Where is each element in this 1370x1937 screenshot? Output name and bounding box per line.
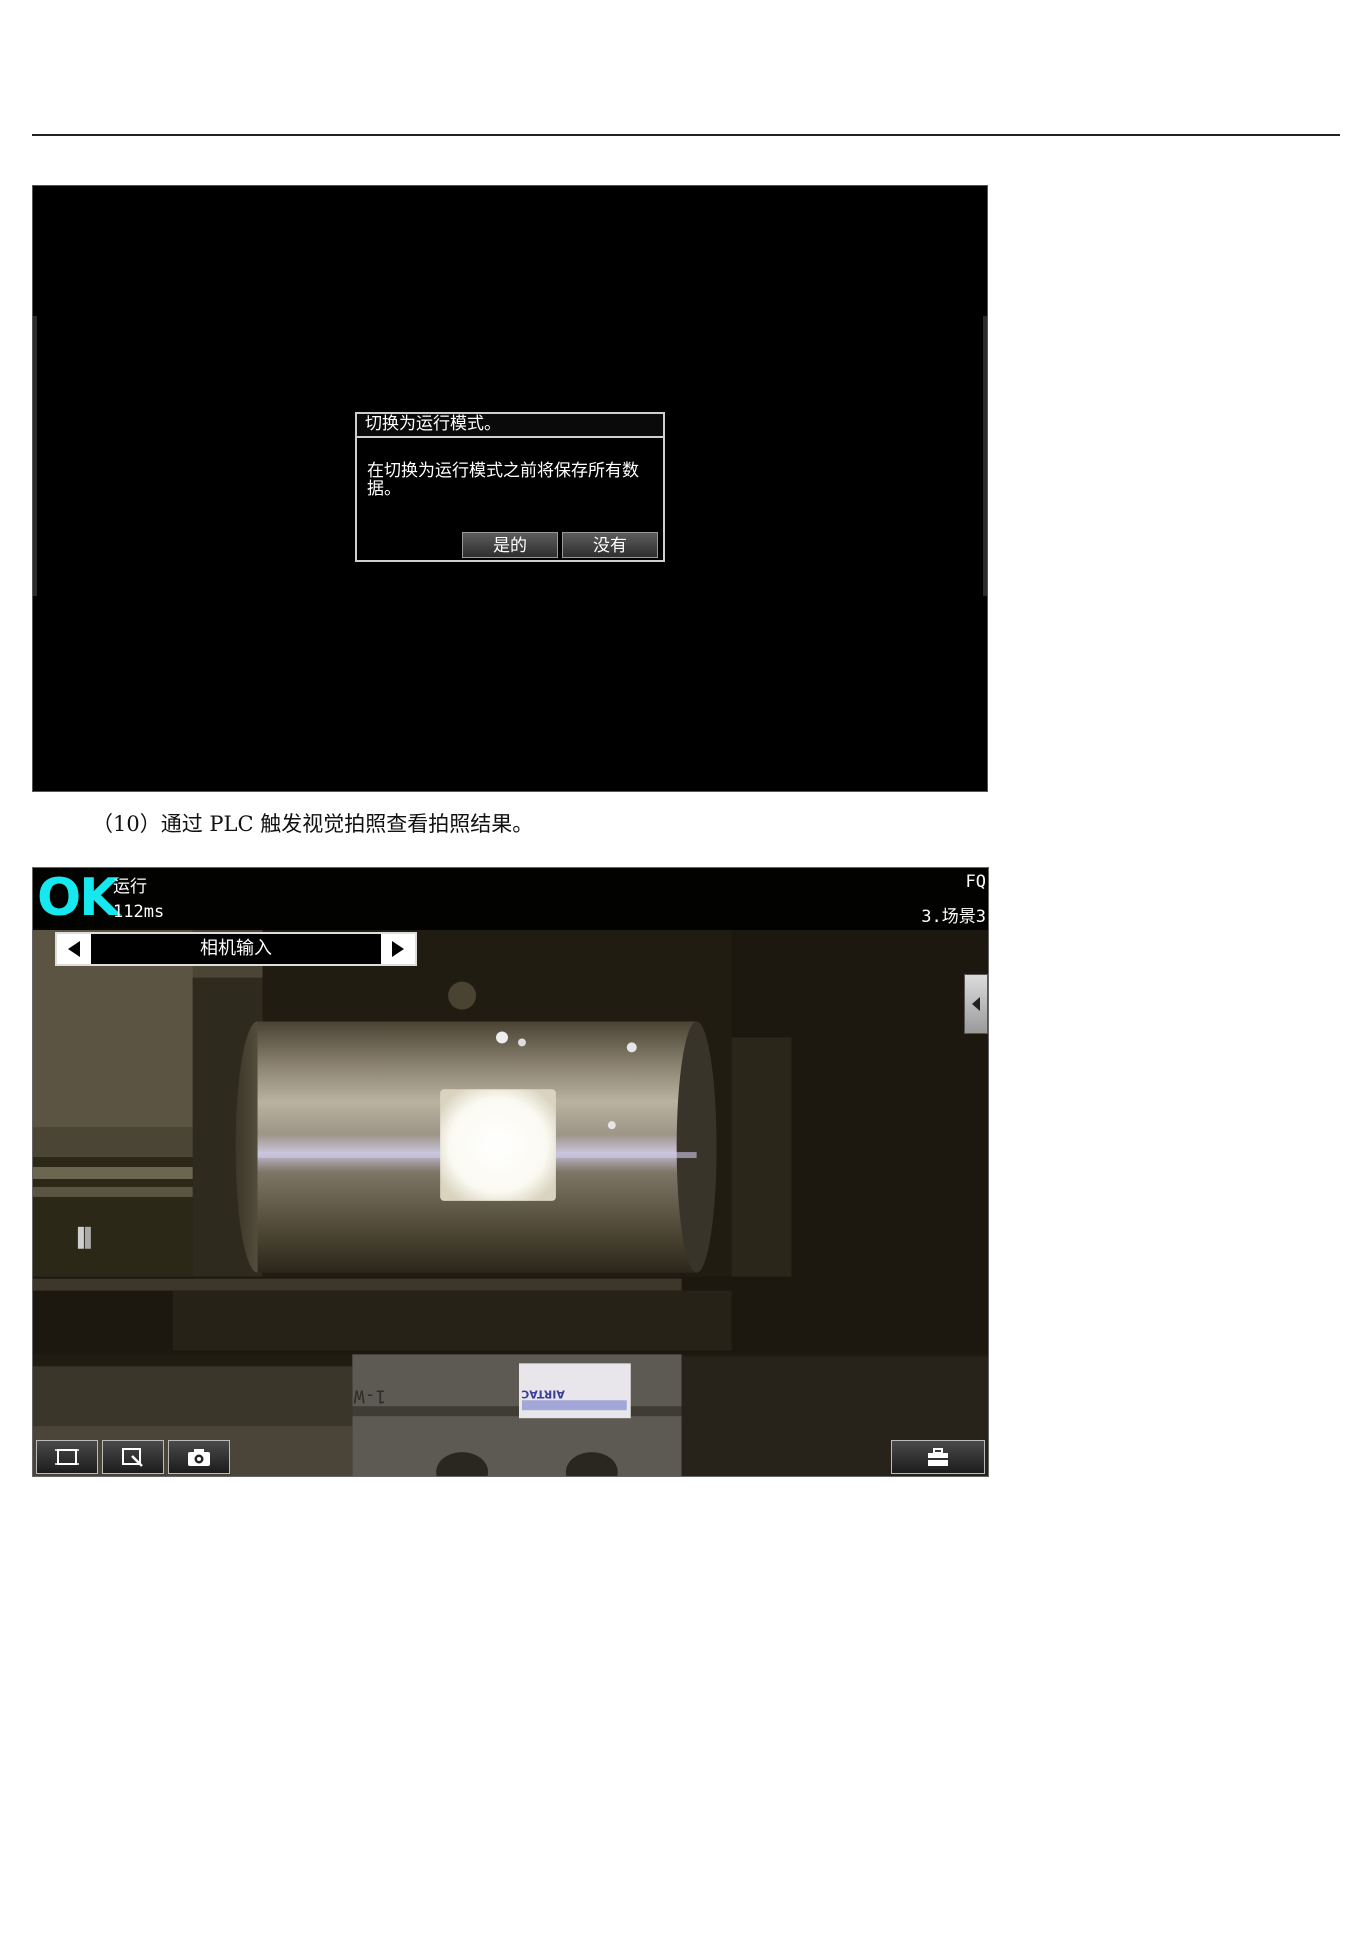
prev-display-button[interactable] [57,934,91,964]
processing-time: 112ms [113,902,165,922]
run-view-screenshot: 1-W-20 AIRTAC OK 运行 112ms FQ 3.场景3 相机输入 [32,867,989,1477]
no-button[interactable]: 没有 [562,532,658,558]
tools-button[interactable] [891,1440,985,1474]
display-selector: 相机输入 [55,932,417,966]
side-panel-icon [972,997,980,1011]
fit-view-button[interactable] [36,1440,98,1474]
left-edge [33,316,37,596]
zoom-icon [122,1448,143,1467]
confirm-dialog: 切换为运行模式。 在切换为运行模式之前将保存所有数据。 是的 没有 [355,412,665,562]
dialog-message: 在切换为运行模式之前将保存所有数据。 [367,461,639,499]
capture-button[interactable] [168,1440,230,1474]
judgement-indicator: OK [37,868,119,928]
step-caption: （10）通过 PLC 触发视觉拍照查看拍照结果。 [92,812,534,836]
left-arrow-icon [68,941,80,957]
page-rule [32,134,1340,136]
zoom-button[interactable] [102,1440,164,1474]
sticker-text: AIRTAC [521,1387,565,1400]
right-edge [983,316,987,596]
device-label: FQ [965,872,986,892]
mode-switch-screenshot: 切换为运行模式。 在切换为运行模式之前将保存所有数据。 是的 没有 [32,185,988,792]
right-arrow-icon [392,941,404,957]
side-panel-button[interactable] [964,974,988,1034]
next-display-button[interactable] [381,934,415,964]
dialog-title: 切换为运行模式。 [357,414,663,438]
yes-button[interactable]: 是的 [462,532,558,558]
display-item-label: 相机输入 [200,938,272,959]
status-bar: OK 运行 112ms FQ 3.场景3 [33,868,988,930]
toolbox-icon [928,1448,948,1466]
scene-label: 3.场景3 [921,907,986,927]
fit-view-icon [55,1449,79,1465]
camera-icon [188,1449,210,1466]
mode-label: 运行 [113,877,147,897]
